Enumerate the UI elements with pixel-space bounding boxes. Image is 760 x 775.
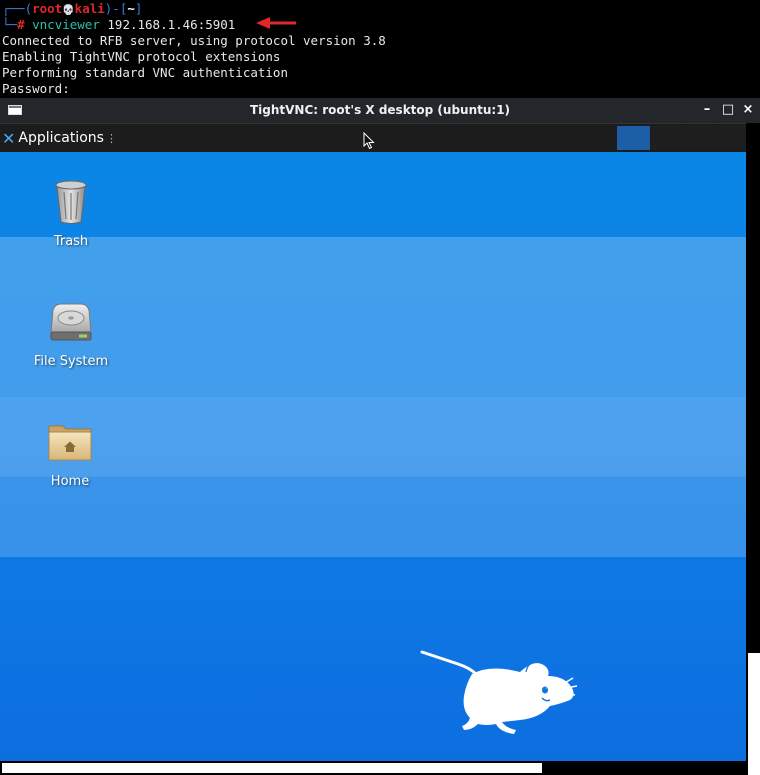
workspace-1[interactable]: [617, 126, 650, 150]
scrollbar-thumb[interactable]: [2, 763, 542, 773]
home-folder-icon: [48, 425, 92, 461]
prompt-close: ]: [134, 1, 143, 16]
applications-label: Applications: [18, 130, 104, 146]
desktop-icon-trash[interactable]: Trash: [26, 178, 116, 249]
panel-grip-icon: ⋮: [105, 131, 117, 145]
scrollbar-thumb[interactable]: [748, 653, 760, 775]
window-title: TightVNC: root's X desktop (ubuntu:1): [249, 103, 511, 117]
skull-icon: 💀: [62, 5, 75, 16]
desktop-icon-label: File System: [33, 354, 109, 369]
applications-menu-button[interactable]: ✕ Applications ⋮: [2, 127, 117, 149]
xfce-x-icon: ✕: [2, 128, 16, 148]
xfce-top-panel: ✕ Applications ⋮: [0, 123, 746, 152]
prompt-dir: ~: [127, 1, 135, 16]
desktop-icon-label: Home: [50, 474, 90, 489]
workspace-4[interactable]: [719, 126, 746, 150]
command-name: vncviewer: [32, 17, 100, 32]
output-line: Performing standard VNC authentication: [2, 65, 288, 80]
terminal[interactable]: ┌──(root💀kali)-[~] └─# vncviewer 192.168…: [0, 0, 760, 98]
workspace-2[interactable]: [651, 126, 684, 150]
output-line: Enabling TightVNC protocol extensions: [2, 49, 281, 64]
prompt-user: root: [32, 1, 63, 16]
prompt-mid: )-[: [104, 1, 128, 16]
desktop-icon-label: Trash: [53, 234, 89, 249]
output-line: Connected to RFB server, using protocol …: [2, 33, 386, 48]
desktop-icon-file-system[interactable]: File System: [26, 298, 116, 369]
prompt-lead: └─: [2, 17, 18, 32]
vertical-scrollbar[interactable]: [746, 123, 760, 775]
maximize-button[interactable]: □: [720, 102, 736, 118]
harddisk-icon: [50, 303, 92, 341]
command-arg: 192.168.1.46:5901: [107, 17, 236, 32]
minimize-button[interactable]: –: [699, 102, 715, 118]
prompt-hash: #: [17, 17, 25, 32]
command-line: └─# vncviewer 192.168.1.46:5901: [2, 17, 235, 33]
prompt-open: ┌──(: [2, 1, 33, 16]
wallpaper-band: [0, 477, 746, 557]
close-button[interactable]: ×: [740, 102, 756, 118]
horizontal-scrollbar[interactable]: [0, 761, 746, 775]
trash-icon: [55, 180, 87, 224]
mouse-pointer-icon: [363, 132, 375, 150]
remote-desktop-view[interactable]: ✕ Applications ⋮ Trash File System Home: [0, 123, 760, 775]
xfce-mouse-logo: [420, 650, 578, 734]
red-arrow-icon: [256, 17, 296, 29]
password-prompt: Password:: [2, 81, 70, 96]
prompt-host: kali: [74, 1, 105, 16]
vnc-window-titlebar[interactable]: TightVNC: root's X desktop (ubuntu:1) – …: [0, 98, 760, 123]
desktop-icon-home[interactable]: Home: [25, 418, 115, 489]
workspace-3[interactable]: [685, 126, 718, 150]
desktop-area[interactable]: Trash File System Home: [0, 152, 746, 761]
